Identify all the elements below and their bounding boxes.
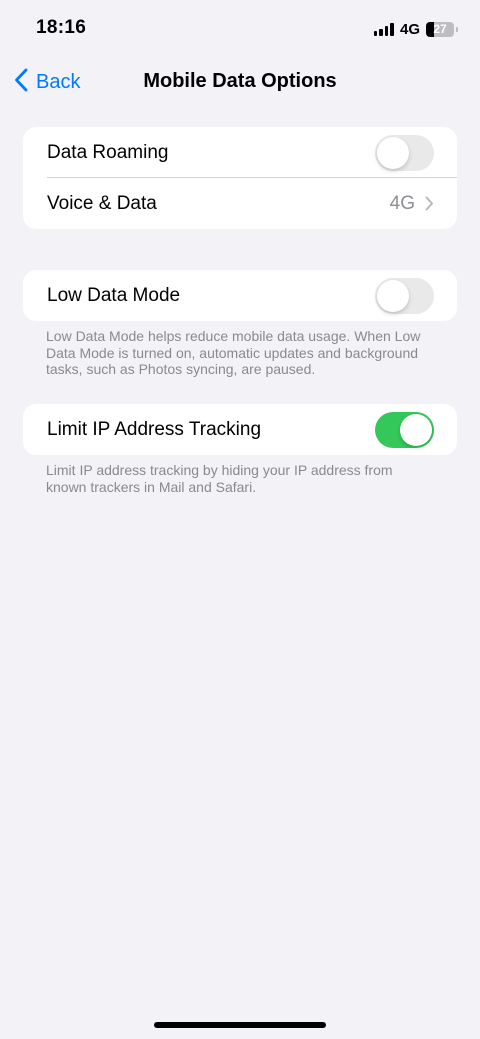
limit-ip-row: Limit IP Address Tracking bbox=[23, 404, 457, 455]
toggle-knob bbox=[377, 136, 409, 169]
cellular-signal-icon bbox=[373, 22, 394, 36]
battery-percent: 27 bbox=[433, 21, 447, 36]
voice-data-row[interactable]: Voice & Data 4G bbox=[23, 178, 457, 229]
voice-data-value: 4G bbox=[389, 192, 415, 214]
toggle-knob bbox=[400, 413, 432, 446]
data-roaming-label: Data Roaming bbox=[47, 141, 169, 163]
status-bar: 18:16 4G 27 bbox=[0, 0, 480, 58]
low-data-mode-label: Low Data Mode bbox=[47, 284, 181, 306]
low-data-mode-row: Low Data Mode bbox=[23, 270, 457, 321]
limit-ip-toggle[interactable] bbox=[375, 411, 434, 448]
status-indicators: 4G 27 bbox=[373, 19, 458, 39]
roaming-group: Data Roaming Voice & Data 4G bbox=[23, 127, 457, 229]
page-title: Mobile Data Options bbox=[143, 70, 337, 92]
battery-icon: 27 bbox=[426, 21, 454, 37]
low-data-group: Low Data Mode bbox=[23, 270, 457, 321]
chevron-right-icon bbox=[425, 196, 434, 211]
data-roaming-toggle[interactable] bbox=[375, 134, 434, 171]
home-indicator[interactable] bbox=[154, 1022, 326, 1028]
battery-cap bbox=[456, 26, 458, 32]
toggle-knob bbox=[377, 279, 409, 312]
network-type: 4G bbox=[399, 20, 420, 38]
voice-data-label: Voice & Data bbox=[47, 192, 157, 214]
limit-ip-footnote: Limit IP address tracking by hiding your… bbox=[46, 462, 393, 495]
data-roaming-row: Data Roaming bbox=[23, 127, 457, 178]
limit-ip-label: Limit IP Address Tracking bbox=[47, 418, 262, 440]
status-time: 18:16 bbox=[36, 17, 87, 38]
low-data-mode-footnote: Low Data Mode helps reduce mobile data u… bbox=[46, 328, 421, 377]
ip-tracking-group: Limit IP Address Tracking bbox=[23, 404, 457, 455]
low-data-mode-toggle[interactable] bbox=[375, 277, 434, 314]
navigation-bar: Back Mobile Data Options bbox=[0, 58, 480, 104]
